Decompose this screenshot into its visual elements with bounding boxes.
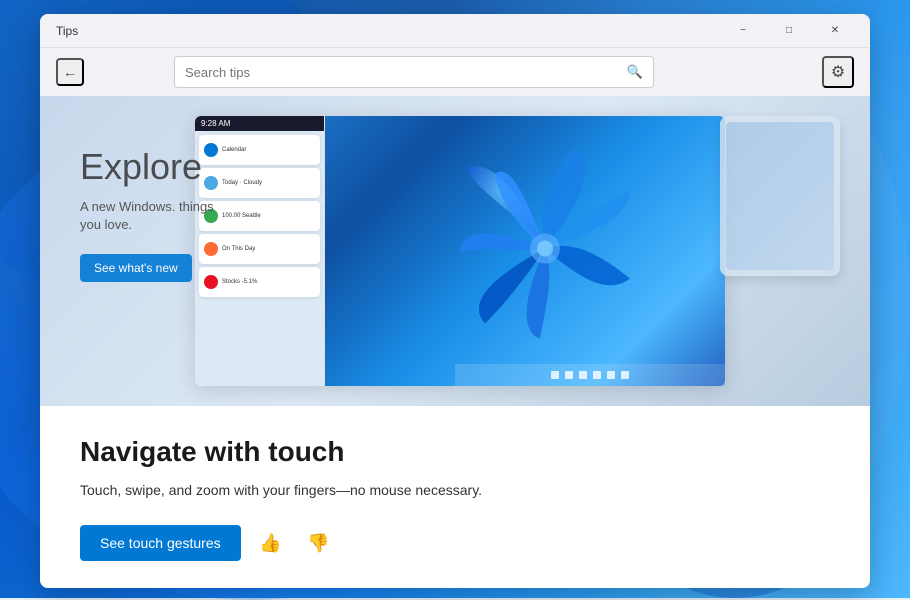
titlebar: Tips − □ ✕ <box>40 14 870 48</box>
taskbar-icon <box>579 371 587 379</box>
see-touch-gestures-button[interactable]: See touch gestures <box>80 525 241 561</box>
widget-label: 100.00 Seattle <box>222 213 261 219</box>
toolbar: ← 🔍 ⚙ <box>40 48 870 96</box>
taskbar-icon <box>565 371 573 379</box>
back-button[interactable]: ← <box>56 58 84 86</box>
tips-window: Tips − □ ✕ ← 🔍 ⚙ Explore A new Windows. … <box>40 14 870 588</box>
close-button[interactable]: ✕ <box>812 14 858 48</box>
taskbar-icon <box>551 371 559 379</box>
actions-row: See touch gestures 👍 👎 <box>80 525 830 561</box>
widget-label: Stocks -5.1% <box>222 279 257 285</box>
hero-text: Explore A new Windows. things you love. … <box>80 146 220 282</box>
widget-label: On This Day <box>222 246 255 252</box>
maximize-button[interactable]: □ <box>766 14 812 48</box>
window-title: Tips <box>56 24 78 38</box>
hero-subtitle: A new Windows. things you love. <box>80 198 220 234</box>
section-description: Touch, swipe, and zoom with your fingers… <box>80 480 830 501</box>
bottom-content: Navigate with touch Touch, swipe, and zo… <box>40 406 870 588</box>
screenshot-taskbar <box>455 364 725 386</box>
search-icon: 🔍 <box>627 64 643 80</box>
hero-section: Explore A new Windows. things you love. … <box>40 96 870 406</box>
thumbs-up-button[interactable]: 👍 <box>253 525 289 561</box>
section-title: Navigate with touch <box>80 436 830 468</box>
tablet-screen <box>726 122 834 270</box>
screenshot-wallpaper <box>325 116 725 386</box>
titlebar-controls: − □ ✕ <box>720 14 858 48</box>
tablet-preview <box>720 116 840 276</box>
widget-label: Today · Cloudy <box>222 180 262 186</box>
taskbar-icon <box>621 371 629 379</box>
minimize-button[interactable]: − <box>720 14 766 48</box>
search-container: 🔍 <box>174 56 654 88</box>
search-input[interactable] <box>185 65 627 80</box>
settings-button[interactable]: ⚙ <box>822 56 854 88</box>
thumbs-down-button[interactable]: 👎 <box>301 525 337 561</box>
taskbar-icon <box>593 371 601 379</box>
taskbar-icon <box>607 371 615 379</box>
win11-screenshot: 9:28 AM Calendar Today · Cloudy 100.0 <box>195 116 725 386</box>
screenshot-time: 9:28 AM <box>195 116 324 131</box>
see-whats-new-button[interactable]: See what's new <box>80 254 192 282</box>
widget-label: Calendar <box>222 147 246 153</box>
win11-flower-icon <box>445 139 645 364</box>
content-area: Explore A new Windows. things you love. … <box>40 96 870 588</box>
hero-title: Explore <box>80 146 220 188</box>
